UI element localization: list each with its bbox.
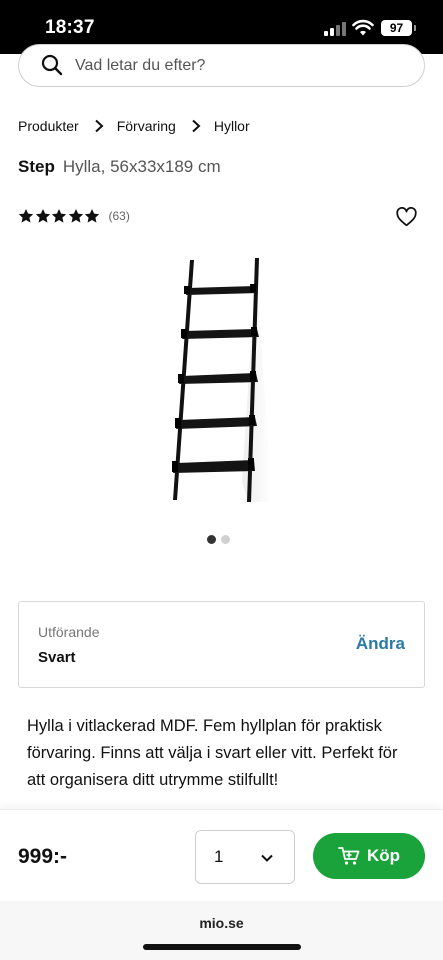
battery-indicator: 97 [381,20,416,36]
quantity-select[interactable]: 1 [195,830,295,884]
rating-count: (63) [108,209,130,223]
carousel-dot-1[interactable] [207,535,216,544]
star-icon [68,209,83,223]
product-price: 999:- [18,845,68,868]
variant-value: Svart [38,649,76,666]
search-bar[interactable]: Vad letar du efter? [18,44,425,87]
product-subtitle: Hylla, 56x33x189 cm [62,157,221,176]
chevron-right-icon [192,119,201,133]
chevron-down-icon [261,854,273,862]
heart-icon[interactable] [396,207,417,227]
variant-label: Utförande [38,624,100,640]
product-image[interactable] [160,252,275,507]
search-icon [41,54,63,76]
image-carousel-dots [207,535,235,544]
cellular-signal-icon [324,22,346,36]
breadcrumb: Produkter Förvaring Hyllor [18,118,250,134]
star-icon [18,209,34,223]
search-input[interactable]: Vad letar du efter? [75,57,205,75]
product-brand: Step [18,157,55,176]
status-time: 18:37 [45,17,95,38]
carousel-dot-2[interactable] [221,535,230,544]
buy-button[interactable]: Köp [313,833,425,879]
chevron-right-icon [95,119,104,133]
star-icon [84,209,100,223]
variant-selector: Utförande Svart Ändra [18,601,425,688]
product-description: Hylla i vitlackerad MDF. Fem hyllplan fö… [27,717,398,789]
url-text[interactable]: mio.se [0,915,443,931]
cart-icon [338,847,360,865]
buy-bar: 999:- 1 Köp [0,809,443,901]
home-indicator[interactable] [143,944,301,950]
product-rating[interactable]: (63) [18,208,130,224]
rating-stars [18,208,101,224]
buy-button-label: Köp [366,846,401,865]
change-variant-button[interactable]: Ändra [356,634,405,654]
quantity-value: 1 [214,847,224,866]
browser-url-bar[interactable]: mio.se [0,901,443,960]
breadcrumb-item-hyllor[interactable]: Hyllor [214,118,250,134]
product-title: Step Hylla, 56x33x189 cm [18,157,221,177]
breadcrumb-item-produkter[interactable]: Produkter [18,118,79,134]
wifi-icon [352,19,374,36]
star-icon [51,209,67,223]
star-icon [35,209,50,223]
breadcrumb-item-forvaring[interactable]: Förvaring [117,118,176,134]
